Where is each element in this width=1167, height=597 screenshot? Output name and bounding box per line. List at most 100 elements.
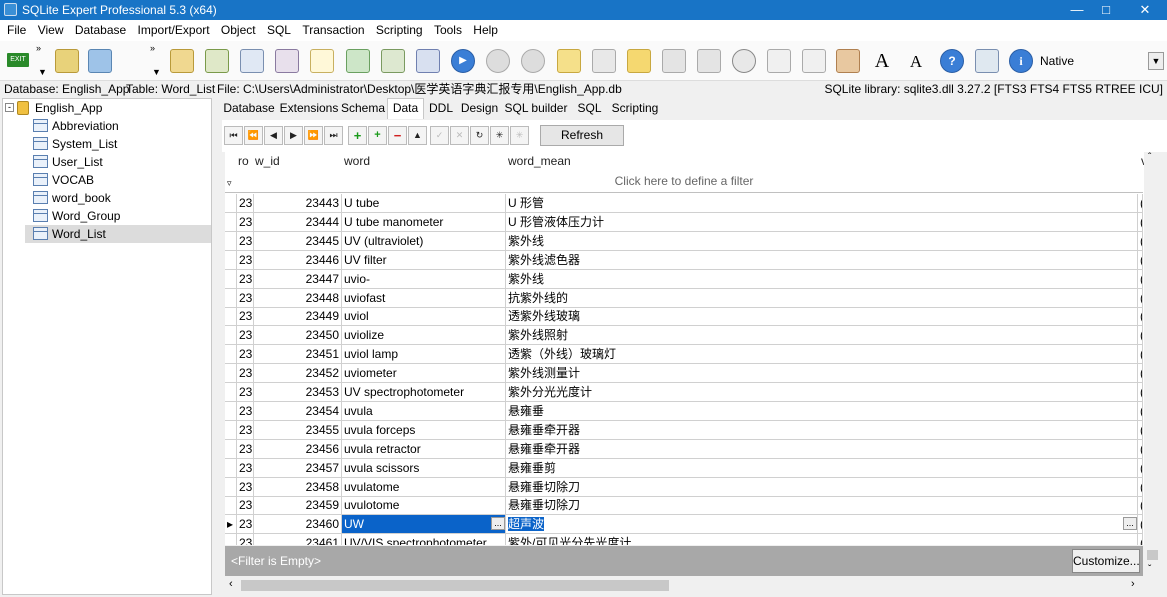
overflow-cell[interactable]: ( [1138, 212, 1143, 231]
id-cell[interactable]: 23447 [254, 269, 342, 288]
note-icon[interactable] [557, 49, 581, 73]
id-cell[interactable]: 23458 [254, 477, 342, 496]
word-mean-cell[interactable]: 抗紫外线的 [506, 288, 1138, 307]
menu-object[interactable]: Object [217, 20, 260, 41]
word-mean-cell[interactable]: 悬雍垂切除刀 [506, 477, 1138, 496]
word-mean-cell[interactable]: 悬雍垂切除刀 [506, 496, 1138, 515]
id-cell[interactable]: 23460 [254, 515, 342, 534]
insert-record-icon[interactable]: + [348, 126, 367, 145]
font-increase-icon[interactable]: A [870, 49, 894, 73]
help-icon[interactable]: ? [940, 49, 964, 73]
row-number-cell[interactable]: 23 [237, 288, 254, 307]
pause-icon[interactable] [486, 49, 510, 73]
id-cell[interactable]: 23446 [254, 250, 342, 269]
overflow-cell[interactable]: ( [1138, 458, 1143, 477]
menu-scripting[interactable]: Scripting [372, 20, 427, 41]
post-edit-icon[interactable]: ✓ [430, 126, 449, 145]
overflow-cell[interactable]: ( [1138, 420, 1143, 439]
word-mean-cell[interactable]: 透紫外线玻璃 [506, 307, 1138, 326]
id-cell[interactable]: 23449 [254, 307, 342, 326]
table-row[interactable]: 2323453UV spectrophotometer紫外分光光度计( [225, 383, 1143, 402]
maximize-icon[interactable]: □ [1088, 0, 1124, 20]
menu-database[interactable]: Database [71, 20, 130, 41]
export-icon[interactable] [346, 49, 370, 73]
customize-button[interactable]: Customize... [1072, 549, 1140, 573]
word-cell[interactable]: uviolize [342, 326, 506, 345]
table-row[interactable]: 2323444U tube manometerU 形管液体压力计( [225, 212, 1143, 232]
table-row[interactable]: 2323457uvula scissors悬雍垂剪( [225, 458, 1143, 478]
word-mean-cell[interactable]: 超声波 [506, 515, 1138, 534]
table-row[interactable]: 2323446UV filter紫外线滤色器( [225, 250, 1143, 270]
overflow-cell[interactable]: ( [1138, 477, 1143, 496]
word-mean-cell[interactable]: 悬雍垂 [506, 401, 1138, 420]
id-cell[interactable]: 23457 [254, 458, 342, 477]
theme-label[interactable]: Native [1040, 54, 1074, 68]
overflow-cell[interactable]: ( [1138, 534, 1143, 545]
table-row[interactable]: 2323454uvula悬雍垂( [225, 401, 1143, 421]
row-indicator[interactable] [225, 250, 237, 269]
stop-icon[interactable] [521, 49, 545, 73]
overflow-cell[interactable]: ( [1138, 269, 1143, 288]
word-cell[interactable]: uviometer [342, 364, 506, 383]
column-header-w-id[interactable]: w_id [255, 152, 280, 170]
run-step-icon[interactable] [416, 49, 440, 73]
word-cell[interactable]: U tube manometer [342, 212, 506, 231]
row-indicator[interactable] [225, 534, 237, 545]
row-number-cell[interactable]: 23 [237, 420, 254, 439]
word-mean-cell[interactable]: 悬雍垂剪 [506, 458, 1138, 477]
row-number-cell[interactable]: 23 [237, 458, 254, 477]
cancel-edit-icon[interactable]: ✕ [450, 126, 469, 145]
row-number-cell[interactable]: 23 [237, 364, 254, 383]
word-cell[interactable]: UW [342, 515, 506, 534]
word-mean-cell[interactable]: 紫外线滤色器 [506, 250, 1138, 269]
word-cell[interactable]: UV spectrophotometer [342, 383, 506, 401]
open-database-icon[interactable] [55, 49, 79, 73]
word-cell[interactable]: U tube [342, 194, 506, 212]
table-row[interactable]: 2323459uvulotome悬雍垂切除刀( [225, 496, 1143, 516]
row-number-cell[interactable]: 23 [237, 326, 254, 345]
info-icon[interactable]: i [1009, 49, 1033, 73]
word-cell[interactable]: uviol lamp [342, 345, 506, 364]
play-icon[interactable]: ▶ [451, 49, 475, 73]
collapse-icon[interactable]: - [5, 103, 14, 112]
delete-record-icon[interactable]: − [388, 126, 407, 145]
word-mean-cell[interactable]: 透紫（外线）玻璃灯 [506, 345, 1138, 364]
view-icon[interactable] [310, 49, 334, 73]
menu-sql[interactable]: SQL [263, 20, 295, 41]
vertical-scrollbar[interactable]: ˆ ˇ [1144, 152, 1161, 577]
table-row[interactable]: 2323455uvula forceps悬雍垂牵开器( [225, 420, 1143, 440]
row-indicator[interactable] [225, 496, 237, 515]
overflow-cell[interactable]: ( [1138, 383, 1143, 401]
row-indicator[interactable] [225, 401, 237, 420]
menu-help[interactable]: Help [469, 20, 502, 41]
import-icon[interactable] [205, 49, 229, 73]
overflow-cell[interactable]: ( [1138, 288, 1143, 307]
table-row[interactable]: 2323445UV (ultraviolet)紫外线( [225, 231, 1143, 251]
font-decrease-icon[interactable]: A [904, 49, 928, 73]
row-number-cell[interactable]: 23 [237, 383, 254, 401]
id-cell[interactable]: 23454 [254, 401, 342, 420]
word-cell[interactable]: uvio- [342, 269, 506, 288]
ellipsis-button[interactable]: ... [491, 517, 505, 531]
overflow-cell[interactable]: ( [1138, 515, 1143, 534]
table-row[interactable]: 2323450uviolize紫外线照射( [225, 326, 1143, 346]
word-cell[interactable]: uvula [342, 401, 506, 420]
word-mean-cell[interactable]: U 形管 [506, 194, 1138, 212]
bookmark-icon[interactable]: ✳ [490, 126, 509, 145]
exit-icon[interactable]: EXIT [7, 53, 29, 67]
refresh-button[interactable]: Refresh [540, 125, 624, 146]
users-icon[interactable] [697, 49, 721, 73]
chart-icon[interactable] [836, 49, 860, 73]
tab-sql[interactable]: SQL [572, 99, 607, 118]
overflow-cell[interactable]: ( [1138, 439, 1143, 458]
column-header-row[interactable]: ro [238, 152, 249, 170]
overflow-cell[interactable]: ( [1138, 307, 1143, 326]
table-row[interactable]: ▸2323460UW超声波 (...... [225, 515, 1143, 535]
first-record-icon[interactable]: ⏮ [224, 126, 243, 145]
id-cell[interactable]: 23459 [254, 496, 342, 515]
table-row[interactable]: 2323443U tubeU 形管( [225, 194, 1143, 213]
overflow-cell[interactable]: ( [1138, 326, 1143, 345]
row-indicator[interactable] [225, 364, 237, 383]
tab-sql-builder[interactable]: SQL builder [502, 99, 570, 118]
row-indicator[interactable] [225, 326, 237, 345]
